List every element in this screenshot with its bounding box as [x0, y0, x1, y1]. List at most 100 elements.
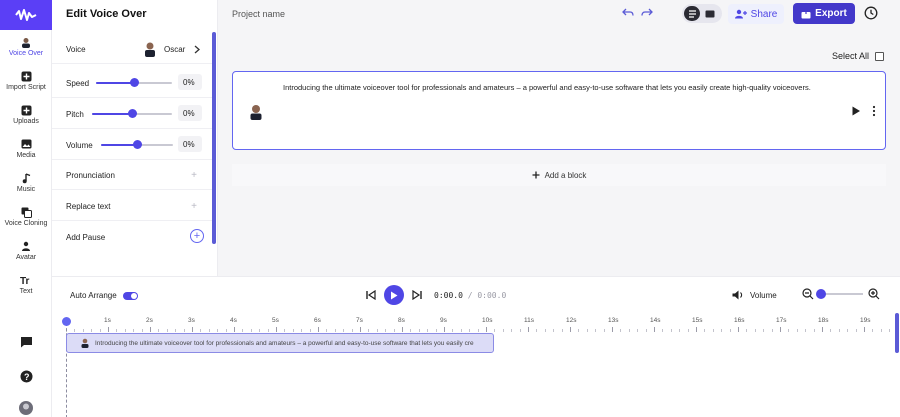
pronunciation-add-icon[interactable]: + — [188, 169, 200, 181]
speed-row: Speed 0% — [52, 68, 212, 98]
ruler-minor-tick — [721, 329, 723, 332]
sidebar-item-media[interactable]: Media — [0, 138, 52, 159]
chevron-right-icon — [194, 45, 200, 54]
volume-slider-handle[interactable] — [133, 140, 142, 149]
ruler-minor-tick — [838, 329, 840, 332]
sidebar-item-text[interactable]: Tr Text — [0, 274, 52, 295]
ruler-minor-tick — [889, 329, 891, 332]
add-pause-row[interactable]: Add Pause + — [52, 222, 212, 252]
layout-view-icon[interactable] — [704, 8, 716, 19]
playhead-handle[interactable] — [62, 317, 71, 326]
pitch-value[interactable]: 0% — [178, 105, 202, 121]
export-label: Export — [815, 8, 847, 19]
panel-scrollbar[interactable] — [212, 32, 216, 244]
ruler-minor-tick — [124, 329, 126, 332]
ruler-tick-label: 3s — [188, 317, 195, 324]
volume-control[interactable]: Volume — [732, 290, 777, 300]
ruler-minor-tick — [452, 329, 454, 332]
timeline-panel: Auto Arrange 0:00.0 / 0:00.0 Volume 1s 2s… — [52, 276, 900, 417]
left-rail: Voice Over Import Script Uploads Media M… — [0, 0, 52, 417]
volume-row: Volume 0% — [52, 130, 212, 160]
add-block-button[interactable]: Add a block — [232, 164, 886, 186]
sidebar-item-avatar[interactable]: Avatar — [0, 240, 52, 261]
replace-text-add-icon[interactable]: + — [188, 200, 200, 212]
speed-slider-handle[interactable] — [130, 78, 139, 87]
pitch-slider-handle[interactable] — [128, 109, 137, 118]
script-view-icon[interactable] — [684, 6, 700, 21]
timeline-scrollbar[interactable] — [895, 313, 899, 353]
ruler-minor-tick — [805, 329, 807, 332]
select-all-checkbox[interactable] — [875, 51, 885, 61]
ruler-major-tick — [864, 327, 865, 332]
pronunciation-row[interactable]: Pronunciation + — [52, 160, 212, 190]
select-all[interactable]: Select All — [832, 51, 885, 61]
voice-row[interactable]: Voice Oscar — [52, 34, 212, 64]
time-total: 0:00.0 — [477, 290, 507, 300]
oscar-avatar-icon — [145, 42, 155, 57]
ruler-major-tick — [528, 327, 529, 332]
ruler-minor-tick — [746, 329, 748, 332]
add-user-icon — [734, 9, 747, 19]
export-button[interactable]: Export — [793, 3, 855, 24]
ruler-minor-tick — [351, 329, 353, 332]
zoom-out-icon[interactable] — [802, 288, 814, 300]
sidebar-item-import-script[interactable]: Import Script — [0, 70, 52, 91]
auto-arrange-toggle[interactable] — [122, 291, 138, 300]
sidebar-item-voice-over[interactable]: Voice Over — [0, 36, 52, 57]
ruler-major-tick — [192, 327, 193, 332]
ruler-minor-tick — [796, 329, 798, 332]
ruler-minor-tick — [410, 329, 412, 332]
zoom-slider-handle[interactable] — [816, 289, 826, 299]
timeline-clip[interactable]: Introducing the ultimate voiceover tool … — [66, 333, 494, 353]
speed-value[interactable]: 0% — [178, 74, 202, 90]
plus-square-icon — [20, 104, 32, 116]
chat-button[interactable] — [0, 336, 52, 348]
redo-button[interactable] — [641, 8, 653, 20]
timeline-ruler[interactable]: 1s 2s 3s 4s 5s 6s 7s 8s 9s 10s 11s 12s 13s 14s 15s 16s 1… — [52, 313, 900, 332]
script-block[interactable]: Introducing the ultimate voiceover tool … — [232, 71, 886, 150]
app-logo[interactable] — [0, 0, 52, 30]
ruler-minor-tick — [301, 329, 303, 332]
volume-value[interactable]: 0% — [178, 136, 202, 152]
plus-square-icon — [20, 70, 32, 82]
share-button[interactable]: Share — [728, 4, 784, 24]
add-pause-plus-icon[interactable]: + — [190, 229, 204, 243]
user-avatar[interactable] — [0, 401, 52, 415]
undo-button[interactable] — [622, 8, 634, 20]
replace-text-row[interactable]: Replace text + — [52, 191, 212, 221]
history-button[interactable] — [864, 6, 878, 20]
sidebar-item-voice-cloning[interactable]: Voice Cloning — [0, 206, 52, 227]
skip-back-icon[interactable] — [366, 290, 376, 300]
sidebar-item-label: Music — [16, 186, 36, 193]
block-text[interactable]: Introducing the ultimate voiceover tool … — [283, 82, 823, 94]
play-button[interactable] — [384, 285, 404, 305]
ruler-minor-tick — [469, 329, 471, 332]
ruler-minor-tick — [259, 329, 261, 332]
ruler-minor-tick — [435, 329, 437, 332]
skip-forward-icon[interactable] — [412, 290, 422, 300]
play-block-icon[interactable] — [851, 106, 861, 116]
add-pause-label: Add Pause — [66, 233, 106, 242]
sidebar-item-music[interactable]: Music — [0, 172, 52, 193]
ruler-tick-label: 18s — [818, 317, 829, 324]
ruler-minor-tick — [250, 329, 252, 332]
ruler-minor-tick — [334, 329, 336, 332]
transport-controls: 0:00.0 / 0:00.0 — [366, 284, 506, 306]
help-button[interactable]: ? — [0, 370, 52, 383]
project-name[interactable]: Project name — [232, 9, 285, 19]
auto-arrange[interactable]: Auto Arrange — [70, 291, 138, 300]
sidebar-item-uploads[interactable]: Uploads — [0, 104, 52, 125]
ruler-minor-tick — [427, 329, 429, 332]
top-bar: Project name Share Export — [218, 0, 900, 28]
ruler-minor-tick — [326, 329, 328, 332]
ruler-minor-tick — [603, 329, 605, 332]
more-options-icon[interactable] — [871, 105, 877, 117]
ruler-tick-label: 5s — [272, 317, 279, 324]
zoom-slider[interactable] — [816, 289, 863, 299]
view-toggle[interactable] — [682, 4, 722, 23]
ruler-tick-label: 4s — [230, 317, 237, 324]
zoom-in-icon[interactable] — [868, 288, 880, 300]
ruler-minor-tick — [561, 329, 563, 332]
ruler-tick-label: 1s — [104, 317, 111, 324]
ruler-major-tick — [444, 327, 445, 332]
